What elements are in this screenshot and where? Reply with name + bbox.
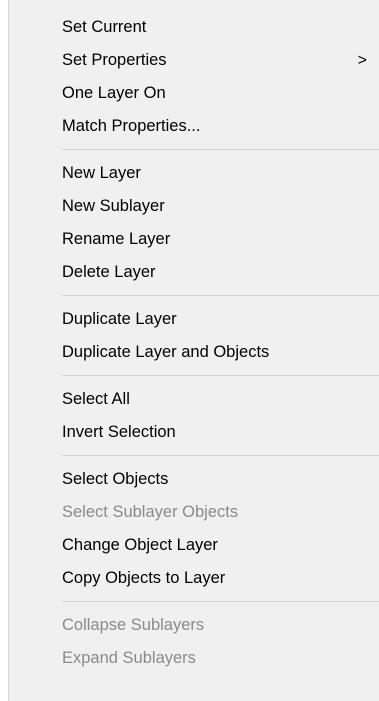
menu-separator [62, 601, 379, 602]
menu-separator [62, 149, 379, 150]
menu-item-label: New Layer [62, 164, 141, 182]
menu-item-match-properties[interactable]: Match Properties... [9, 110, 379, 143]
menu-item-label: Select Objects [62, 470, 169, 488]
menu-item-set-properties[interactable]: Set Properties > [9, 44, 379, 77]
menu-item-label: Invert Selection [62, 423, 176, 441]
menu-item-label: Expand Sublayers [62, 649, 196, 667]
submenu-arrow-icon: > [357, 52, 367, 69]
menu-item-duplicate-layer-and-objects[interactable]: Duplicate Layer and Objects [9, 336, 379, 369]
menu-item-label: Rename Layer [62, 230, 171, 248]
menu-item-label: Duplicate Layer and Objects [62, 343, 270, 361]
menu-item-label: Duplicate Layer [62, 310, 177, 328]
menu-item-invert-selection[interactable]: Invert Selection [9, 416, 379, 449]
menu-item-copy-objects-to-layer[interactable]: Copy Objects to Layer [9, 562, 379, 595]
menu-item-set-current[interactable]: Set Current [9, 11, 379, 44]
menu-item-delete-layer[interactable]: Delete Layer [9, 256, 379, 289]
menu-item-label: Delete Layer [62, 263, 156, 281]
menu-item-label: Select Sublayer Objects [62, 503, 239, 521]
menu-item-rename-layer[interactable]: Rename Layer [9, 223, 379, 256]
menu-item-change-object-layer[interactable]: Change Object Layer [9, 529, 379, 562]
menu-item-label: One Layer On [62, 84, 166, 102]
menu-item-new-layer[interactable]: New Layer [9, 157, 379, 190]
menu-item-label: Set Properties [62, 51, 167, 69]
menu-separator [62, 375, 379, 376]
menu-item-expand-sublayers: Expand Sublayers [9, 642, 379, 675]
menu-item-collapse-sublayers: Collapse Sublayers [9, 609, 379, 642]
menu-item-select-sublayer-objects: Select Sublayer Objects [9, 496, 379, 529]
menu-item-duplicate-layer[interactable]: Duplicate Layer [9, 303, 379, 336]
menu-item-label: Select All [62, 390, 130, 408]
context-menu: Set Current Set Properties > One Layer O… [8, 0, 379, 701]
menu-item-label: Collapse Sublayers [62, 616, 205, 634]
menu-item-one-layer-on[interactable]: One Layer On [9, 77, 379, 110]
menu-separator [62, 455, 379, 456]
menu-item-select-objects[interactable]: Select Objects [9, 463, 379, 496]
menu-item-label: Match Properties... [62, 117, 201, 135]
menu-item-label: Set Current [62, 18, 147, 36]
menu-separator [62, 295, 379, 296]
menu-item-label: Change Object Layer [62, 536, 218, 554]
menu-item-new-sublayer[interactable]: New Sublayer [9, 190, 379, 223]
menu-item-select-all[interactable]: Select All [9, 383, 379, 416]
menu-item-label: New Sublayer [62, 197, 165, 215]
menu-item-label: Copy Objects to Layer [62, 569, 226, 587]
